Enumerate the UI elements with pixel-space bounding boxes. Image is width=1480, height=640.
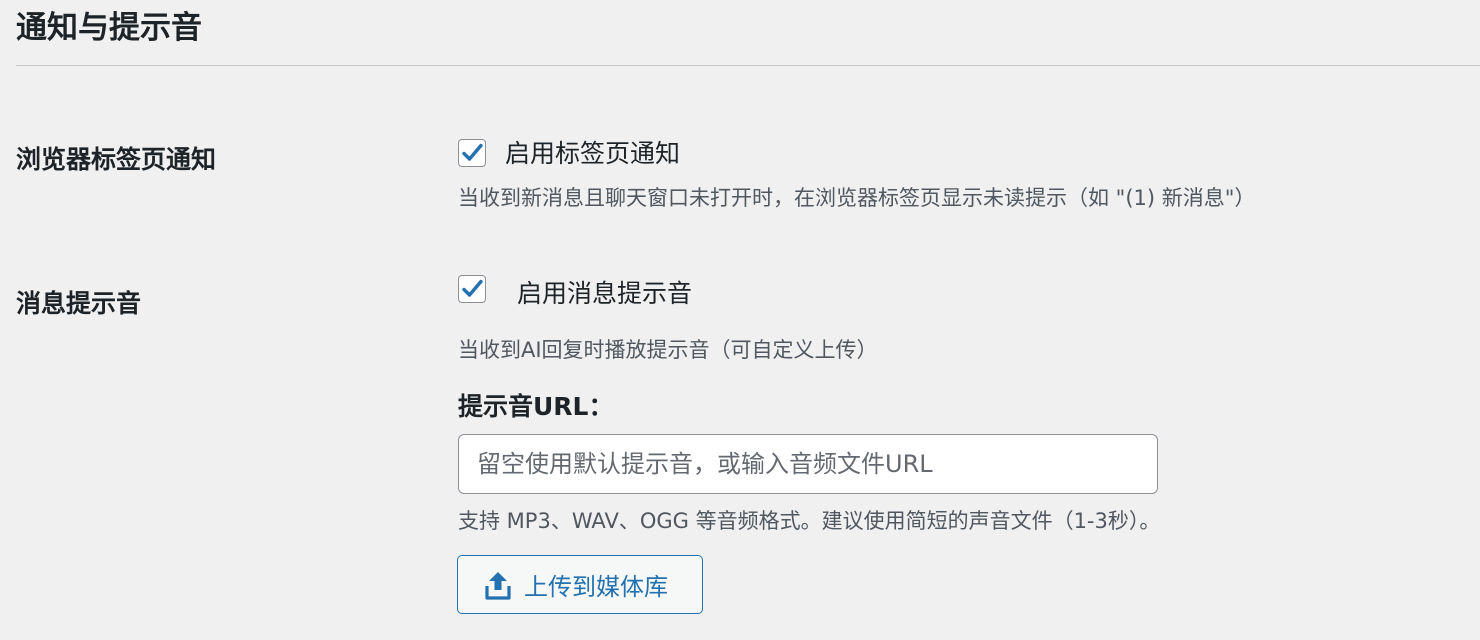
section-title: 通知与提示音 (16, 10, 202, 46)
sound-url-label: 提示音URL： (458, 392, 614, 421)
sound-url-input[interactable] (458, 434, 1158, 494)
sound-format-hint: 支持 MP3、WAV、OGG 等音频格式。建议使用简短的声音文件（1-3秒）。 (458, 509, 1161, 533)
sound-notification-checkbox[interactable] (458, 275, 486, 303)
checkmark-icon (462, 143, 483, 161)
tab-notification-checkbox[interactable] (458, 139, 486, 167)
upload-to-media-library-button[interactable]: 上传到媒体库 (457, 555, 703, 614)
tab-notification-description: 当收到新消息且聊天窗口未打开时，在浏览器标签页显示未读提示（如 "(1) 新消息… (458, 186, 1256, 210)
tab-notification-row-label: 浏览器标签页通知 (16, 145, 217, 174)
checkmark-icon (462, 279, 483, 297)
sound-notification-description: 当收到AI回复时播放提示音（可自定义上传） (458, 338, 878, 362)
upload-icon (484, 569, 512, 601)
tab-notification-checkbox-label[interactable]: 启用标签页通知 (505, 137, 680, 171)
settings-page: 通知与提示音 浏览器标签页通知 启用标签页通知 当收到新消息且聊天窗口未打开时，… (0, 0, 1480, 640)
sound-notification-row-label: 消息提示音 (16, 289, 142, 318)
section-divider (16, 65, 1480, 66)
upload-button-label: 上传到媒体库 (524, 573, 668, 601)
sound-notification-checkbox-label[interactable]: 启用消息提示音 (517, 277, 692, 311)
